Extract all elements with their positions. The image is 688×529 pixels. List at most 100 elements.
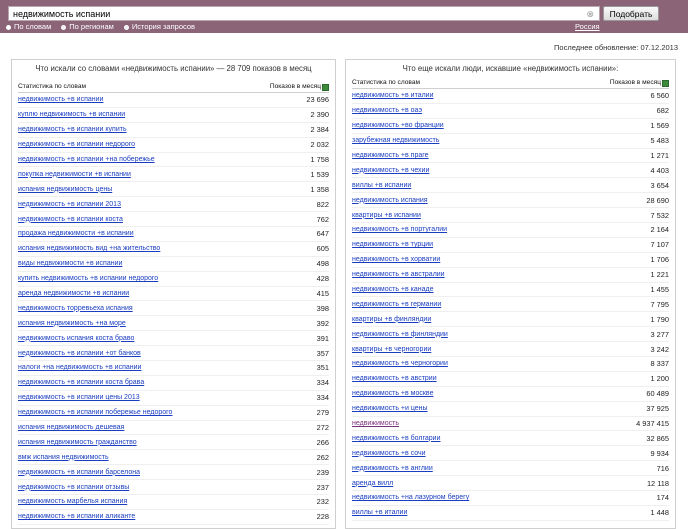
- radio-button-icon[interactable]: [6, 24, 11, 30]
- query-link[interactable]: недвижимость +в испании аликанте: [18, 513, 135, 520]
- query-link[interactable]: квартиры +в испании: [352, 212, 421, 219]
- query-link[interactable]: недвижимость +в испании 2013: [18, 201, 121, 208]
- query-link[interactable]: недвижимость +в испании коста: [18, 216, 123, 223]
- query-link[interactable]: недвижимость +на лазурном берегу: [352, 494, 469, 501]
- query-link[interactable]: недвижимость +во франции: [352, 122, 444, 129]
- search-mode-option[interactable]: По регионам: [61, 22, 114, 32]
- also-searched-panel: Что еще искали люди, искавшие «недвижимо…: [345, 59, 676, 529]
- query-link[interactable]: аренда недвижимости +в испании: [18, 290, 129, 297]
- table-header: Статистика по словам Показов в месяц: [352, 78, 669, 89]
- query-link[interactable]: куплю недвижимость +в испании: [18, 111, 125, 118]
- query-link[interactable]: недвижимость +в оаэ: [352, 107, 422, 114]
- impressions-count: 2 032: [310, 140, 330, 150]
- search-input[interactable]: [9, 7, 583, 20]
- excel-export-icon[interactable]: [662, 79, 669, 87]
- query-link[interactable]: недвижимость +в австралии: [352, 271, 445, 278]
- query-link[interactable]: квартиры +в черногории: [352, 346, 431, 353]
- table-row: недвижимость +в испании 2013 822: [18, 197, 329, 213]
- table-row: недвижимость +в испании 23 696: [18, 93, 329, 108]
- radio-button-icon[interactable]: [123, 24, 129, 30]
- query-link[interactable]: испания недвижимость гражданство: [18, 439, 137, 446]
- query-link[interactable]: квартиры +в финляндии: [352, 316, 431, 323]
- search-mode-option[interactable]: История запросов: [123, 22, 195, 32]
- query-link[interactable]: недвижимость марбелья испания: [18, 498, 127, 505]
- query-link[interactable]: продажа недвижимости +в испании: [18, 230, 134, 237]
- query-link[interactable]: недвижимость +в болгарии: [352, 435, 441, 442]
- impressions-count: 822: [316, 199, 329, 209]
- panel-title: Что еще искали люди, искавшие «недвижимо…: [402, 64, 619, 73]
- table-row: виды недвижимости +в испании 498: [18, 257, 329, 272]
- query-link[interactable]: недвижимость +в австрии: [352, 375, 437, 382]
- query-link[interactable]: недвижимость +в турции: [352, 241, 433, 248]
- search-mode-option[interactable]: По словам: [6, 22, 51, 32]
- table-row: недвижимость +в испании недорого 2 032: [18, 138, 329, 153]
- query-link[interactable]: недвижимость +в испании +на побережье: [18, 156, 155, 163]
- query-link[interactable]: недвижимость +в финляндии: [352, 331, 448, 338]
- query-link[interactable]: недвижимость +в испании: [18, 96, 103, 103]
- query-link[interactable]: недвижимость испания: [352, 197, 428, 204]
- query-link[interactable]: недвижимость +в черногории: [352, 360, 448, 367]
- table-row: недвижимость +в черногории 8 337: [352, 357, 669, 372]
- query-link[interactable]: недвижимость +в чехии: [352, 167, 429, 174]
- impressions-count: 334: [316, 393, 329, 403]
- query-link[interactable]: недвижимость +в италии: [352, 92, 434, 99]
- table-row: виллы +в испании 3 654: [352, 178, 669, 194]
- query-link[interactable]: недвижимость +в испании барселона: [18, 469, 140, 476]
- table-row: недвижимость +в испании +от банков 357: [18, 346, 329, 362]
- query-link[interactable]: аренда вилл: [352, 480, 393, 487]
- query-link[interactable]: виллы +в испании: [352, 182, 411, 189]
- query-link[interactable]: недвижимость +в испании купить: [18, 126, 127, 133]
- impressions-count: 428: [316, 274, 329, 284]
- query-link[interactable]: недвижимость +в хорватии: [352, 256, 440, 263]
- query-link[interactable]: купить недвижимость +в испании недорого: [18, 275, 158, 282]
- query-link[interactable]: недвижимость +в германии: [352, 301, 441, 308]
- query-link[interactable]: недвижимость +в испании отзывы: [18, 484, 129, 491]
- query-link[interactable]: недвижимость +в сочи: [352, 450, 426, 457]
- query-link[interactable]: недвижимость +в испании +от банков: [18, 350, 141, 357]
- table-row: недвижимость +в англии 716: [352, 461, 669, 477]
- query-link[interactable]: вмж испания недвижимость: [18, 454, 109, 461]
- table-row: покупка недвижимости +в испании 1 539: [18, 167, 329, 183]
- query-link[interactable]: недвижимость +в канаде: [352, 286, 434, 293]
- query-link[interactable]: недвижимость испания коста браво: [18, 335, 134, 342]
- query-link[interactable]: испания недвижимость +на море: [18, 320, 126, 327]
- search-button[interactable]: Подобрать: [603, 6, 659, 21]
- query-link[interactable]: недвижимость торревьеха испания: [18, 305, 133, 312]
- query-link[interactable]: недвижимость +в испании цены 2013: [18, 394, 140, 401]
- region-link[interactable]: Россия: [575, 22, 600, 32]
- query-link[interactable]: зарубежная недвижимость: [352, 137, 439, 144]
- table-row: недвижимость 4 937 415: [352, 417, 669, 432]
- table-row: недвижимость +в праге 1 271: [352, 149, 669, 164]
- table-row: недвижимость +в австралии 1 221: [352, 268, 669, 283]
- query-link[interactable]: виды недвижимости +в испании: [18, 260, 122, 267]
- impressions-count: 1 455: [650, 285, 670, 295]
- impressions-count: 1 271: [650, 151, 670, 160]
- query-link[interactable]: испания недвижимость дешевая: [18, 424, 124, 431]
- query-link[interactable]: недвижимость +в праге: [352, 152, 429, 159]
- impressions-count: 23 696: [306, 95, 329, 105]
- excel-export-icon[interactable]: [322, 83, 329, 91]
- query-link[interactable]: недвижимость +в москве: [352, 390, 433, 397]
- impressions-count: 3 242: [650, 344, 670, 354]
- impressions-count: 32 865: [646, 433, 669, 443]
- query-link[interactable]: налоги +на недвижимость +в испании: [18, 364, 141, 371]
- query-link[interactable]: недвижимость +в испании коста брава: [18, 379, 144, 386]
- query-link[interactable]: недвижимость +в англии: [352, 465, 433, 472]
- query-link[interactable]: виллы +в италии: [352, 509, 407, 516]
- table-row: зарубежная недвижимость 5 483: [352, 134, 669, 149]
- query-link[interactable]: недвижимость +и цены: [352, 405, 428, 412]
- table-row: недвижимость +в турции 7 107: [352, 238, 669, 253]
- related-words-panel: Что искали со словами «недвижимость испа…: [11, 59, 336, 529]
- radio-button-icon[interactable]: [61, 24, 67, 30]
- impressions-count: 239: [316, 467, 329, 477]
- query-link[interactable]: недвижимость +в испании побережье недоро…: [18, 409, 172, 416]
- query-link[interactable]: недвижимость +в португалии: [352, 226, 447, 233]
- query-link[interactable]: испания недвижимость цены: [18, 186, 112, 193]
- clear-icon[interactable]: ⊗: [586, 8, 594, 20]
- query-link[interactable]: недвижимость +в испании недорого: [18, 141, 135, 148]
- impressions-count: 5 483: [650, 136, 670, 146]
- table-row: недвижимость +в германии 7 795: [352, 297, 669, 313]
- query-link[interactable]: недвижимость: [352, 420, 399, 427]
- query-link[interactable]: испания недвижимость вид +на жительство: [18, 245, 160, 252]
- query-link[interactable]: покупка недвижимости +в испании: [18, 171, 131, 178]
